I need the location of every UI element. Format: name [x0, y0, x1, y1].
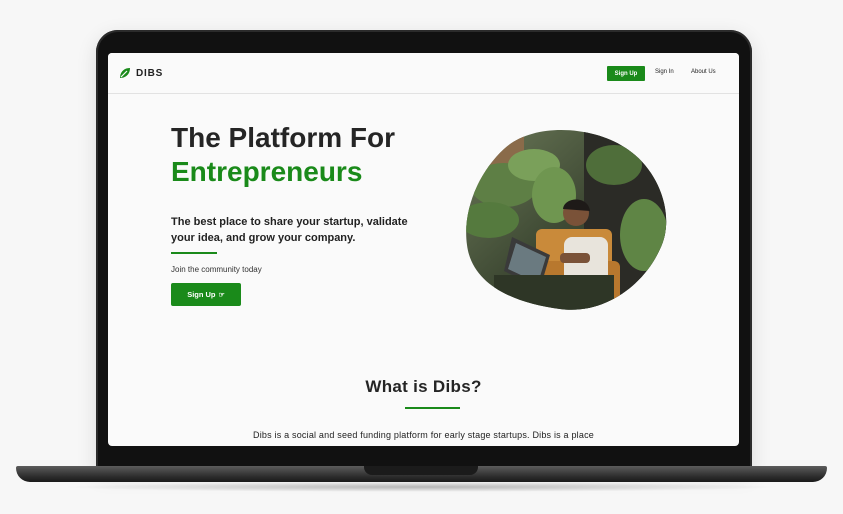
hero-title-line2: Entrepreneurs [171, 156, 363, 187]
logo[interactable]: DIBS [119, 67, 163, 79]
hero-description: The best place to share your startup, va… [171, 216, 408, 244]
nav-signup-button[interactable]: Sign Up [607, 66, 645, 81]
laptop-shadow [60, 482, 783, 492]
leaf-logo-icon [120, 68, 130, 78]
pointing-hand-icon: ☞ [218, 291, 225, 299]
hero-signup-label: Sign Up [187, 290, 216, 299]
hero-title-line1: The Platform For [171, 122, 396, 153]
what-divider [405, 407, 460, 409]
what-title: What is Dibs? [365, 377, 482, 396]
nav-signin-link[interactable]: Sign In [655, 69, 674, 75]
nav-about-link[interactable]: About Us [691, 69, 716, 75]
hero-title: The Platform For Entrepreneurs [171, 121, 395, 189]
what-description: Dibs is a social and seed funding platfo… [253, 430, 594, 440]
hero-signup-button[interactable]: Sign Up ☞ [171, 283, 241, 306]
top-nav: DIBS Sign Up Sign In About Us [108, 53, 739, 94]
hero-divider [171, 252, 217, 254]
laptop-screen: DIBS Sign Up Sign In About Us The Platfo… [108, 53, 739, 446]
logo-text: DIBS [136, 67, 164, 79]
hero-photo [466, 129, 667, 310]
laptop-notch [364, 466, 478, 475]
hero-join-text: Join the community today [171, 265, 262, 274]
